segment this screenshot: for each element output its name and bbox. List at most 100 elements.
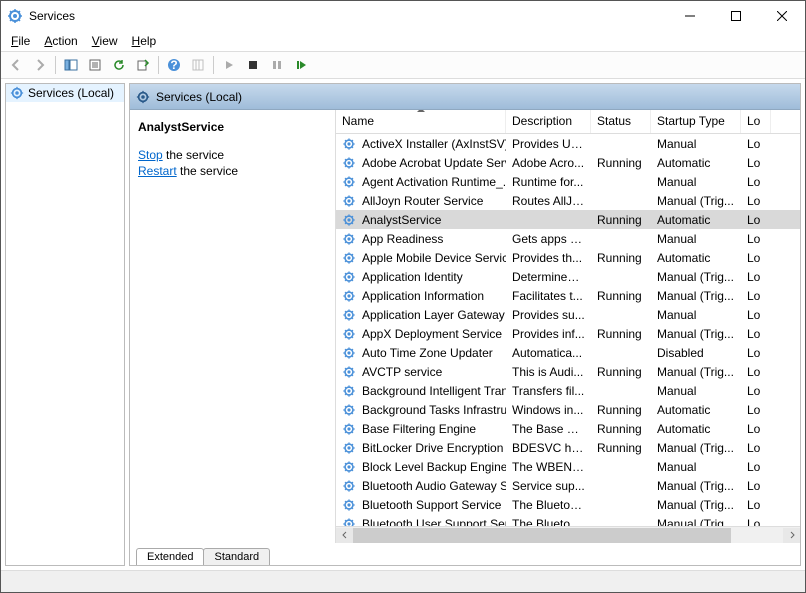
maximize-button[interactable] [713, 1, 759, 31]
col-name[interactable]: Name [336, 110, 506, 133]
service-description: The Blueto... [506, 517, 591, 527]
service-logon: Lo [741, 403, 771, 417]
service-name: Bluetooth User Support Ser... [362, 517, 506, 527]
stop-service-button[interactable] [242, 54, 264, 76]
menu-help[interactable]: Help [126, 32, 163, 50]
service-logon: Lo [741, 384, 771, 398]
service-status: Running [591, 251, 651, 265]
gear-icon [342, 460, 358, 474]
right-panel: Services (Local) AnalystService Stop the… [129, 83, 801, 566]
service-status: Running [591, 213, 651, 227]
gear-icon [342, 232, 358, 246]
help-button[interactable]: ? [163, 54, 185, 76]
service-name: ActiveX Installer (AxInstSV) [362, 137, 506, 151]
restart-service-button[interactable] [290, 54, 312, 76]
service-name: Base Filtering Engine [362, 422, 476, 436]
gear-icon [342, 175, 358, 189]
service-row[interactable]: BitLocker Drive Encryption ...BDESVC hos… [336, 438, 800, 457]
service-logon: Lo [741, 498, 771, 512]
tree-node-services-local[interactable]: Services (Local) [6, 84, 124, 102]
scroll-track[interactable] [353, 528, 783, 543]
service-startup: Manual (Trig... [651, 327, 741, 341]
service-row[interactable]: AnalystServiceRunningAutomaticLo [336, 210, 800, 229]
gear-icon [342, 403, 358, 417]
gear-icon [342, 251, 358, 265]
tab-extended[interactable]: Extended [136, 548, 204, 565]
service-name: Background Intelligent Tran... [362, 384, 506, 398]
service-logon: Lo [741, 175, 771, 189]
gear-icon [342, 289, 358, 303]
service-row[interactable]: Auto Time Zone UpdaterAutomatica...Disab… [336, 343, 800, 362]
menu-action[interactable]: Action [38, 32, 83, 50]
close-button[interactable] [759, 1, 805, 31]
service-name: App Readiness [362, 232, 443, 246]
service-row[interactable]: Background Tasks Infrastruc...Windows in… [336, 400, 800, 419]
service-status: Running [591, 403, 651, 417]
service-row[interactable]: Apple Mobile Device ServiceProvides th..… [336, 248, 800, 267]
service-name: Apple Mobile Device Service [362, 251, 506, 265]
service-name: Bluetooth Audio Gateway S... [362, 479, 506, 493]
service-startup: Manual (Trig... [651, 289, 741, 303]
service-row[interactable]: Application InformationFacilitates t...R… [336, 286, 800, 305]
service-row[interactable]: Agent Activation Runtime_...Runtime for.… [336, 172, 800, 191]
forward-button[interactable] [29, 54, 51, 76]
refresh-button[interactable] [108, 54, 130, 76]
services-app-icon [7, 8, 23, 24]
service-row[interactable]: Block Level Backup Engine ...The WBENG..… [336, 457, 800, 476]
gear-icon [342, 498, 358, 512]
service-row[interactable]: App ReadinessGets apps re...ManualLo [336, 229, 800, 248]
scroll-thumb[interactable] [353, 528, 731, 543]
service-row[interactable]: ActiveX Installer (AxInstSV)Provides Us.… [336, 134, 800, 153]
service-row[interactable]: Application IdentityDetermines ...Manual… [336, 267, 800, 286]
column-chooser-button[interactable] [187, 54, 209, 76]
horizontal-scrollbar[interactable] [336, 526, 800, 543]
service-row[interactable]: Base Filtering EngineThe Base Fil...Runn… [336, 419, 800, 438]
back-button[interactable] [5, 54, 27, 76]
show-hide-tree-button[interactable] [60, 54, 82, 76]
service-row[interactable]: Application Layer Gateway ...Provides su… [336, 305, 800, 324]
service-row[interactable]: Bluetooth Audio Gateway S...Service sup.… [336, 476, 800, 495]
service-startup: Manual (Trig... [651, 479, 741, 493]
service-description: Provides Us... [506, 137, 591, 151]
service-row[interactable]: Bluetooth Support ServiceThe Bluetoo...M… [336, 495, 800, 514]
menu-file[interactable]: File [5, 32, 36, 50]
stop-service-link[interactable]: Stop [138, 148, 163, 162]
service-row[interactable]: AppX Deployment Service (...Provides inf… [336, 324, 800, 343]
service-description: The Base Fil... [506, 422, 591, 436]
service-description: Transfers fil... [506, 384, 591, 398]
column-headers: Name Description Status Startup Type Lo [336, 110, 800, 134]
minimize-button[interactable] [667, 1, 713, 31]
col-description[interactable]: Description [506, 110, 591, 133]
service-description: Routes AllJo... [506, 194, 591, 208]
service-row[interactable]: Background Intelligent Tran...Transfers … [336, 381, 800, 400]
gear-icon [342, 137, 358, 151]
tab-standard[interactable]: Standard [203, 548, 270, 565]
gear-icon [342, 517, 358, 527]
service-logon: Lo [741, 441, 771, 455]
service-startup: Manual [651, 308, 741, 322]
export-list-button[interactable] [132, 54, 154, 76]
properties-button[interactable] [84, 54, 106, 76]
col-startup[interactable]: Startup Type [651, 110, 741, 133]
service-row[interactable]: AVCTP serviceThis is Audi...RunningManua… [336, 362, 800, 381]
service-row[interactable]: Adobe Acrobat Update Serv...Adobe Acro..… [336, 153, 800, 172]
service-logon: Lo [741, 156, 771, 170]
service-rows[interactable]: ActiveX Installer (AxInstSV)Provides Us.… [336, 134, 800, 526]
service-row[interactable]: Bluetooth User Support Ser...The Blueto.… [336, 514, 800, 526]
col-status[interactable]: Status [591, 110, 651, 133]
start-service-button[interactable] [218, 54, 240, 76]
service-startup: Automatic [651, 251, 741, 265]
service-name: AnalystService [362, 213, 441, 227]
service-description: Windows in... [506, 403, 591, 417]
service-status: Running [591, 327, 651, 341]
pause-service-button[interactable] [266, 54, 288, 76]
scroll-left-arrow[interactable] [336, 528, 353, 543]
col-logon[interactable]: Lo [741, 110, 771, 133]
service-startup: Manual [651, 175, 741, 189]
service-row[interactable]: AllJoyn Router ServiceRoutes AllJo...Man… [336, 191, 800, 210]
restart-service-link[interactable]: Restart [138, 164, 177, 178]
service-logon: Lo [741, 137, 771, 151]
menu-view[interactable]: View [86, 32, 124, 50]
scroll-right-arrow[interactable] [783, 528, 800, 543]
gear-icon [342, 270, 358, 284]
